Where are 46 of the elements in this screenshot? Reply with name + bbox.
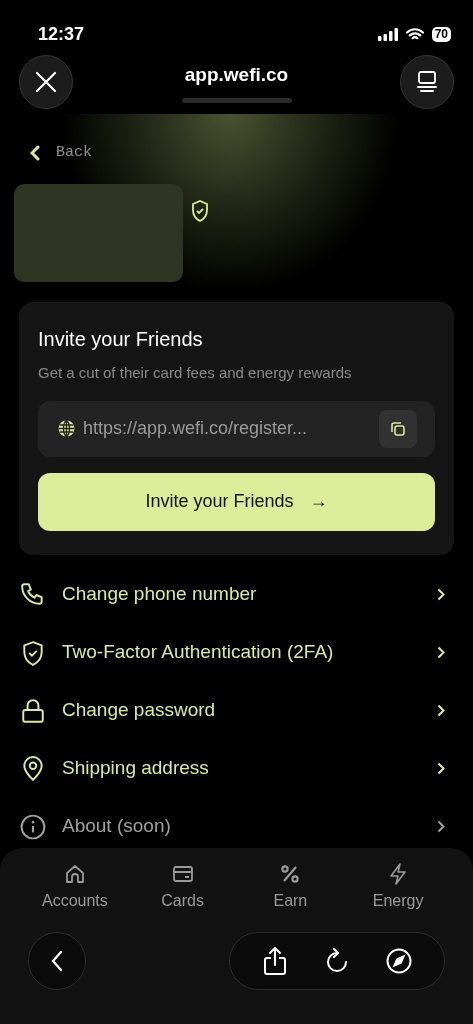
- chevron-right-icon: [437, 704, 445, 717]
- invite-button[interactable]: Invite your Friends →: [38, 472, 435, 531]
- chevron-right-icon: [437, 820, 445, 833]
- battery-level: 70: [431, 26, 451, 42]
- menu-item[interactable]: Two-Factor Authentication (2FA): [0, 630, 473, 675]
- card-icon: [171, 863, 194, 885]
- link-field[interactable]: https://app.wefi.co/register...: [38, 400, 435, 457]
- copy-button[interactable]: [379, 409, 417, 448]
- shield-check-icon: [20, 639, 46, 666]
- info-icon: [20, 813, 46, 840]
- close-icon: [35, 71, 57, 93]
- card-title: Invite your Friends: [38, 327, 204, 352]
- nav-tab[interactable]: Earn: [236, 862, 345, 914]
- menu-item[interactable]: Change password: [0, 688, 473, 733]
- home-icon: [63, 863, 86, 885]
- globe-icon: [58, 420, 75, 437]
- menu-item[interactable]: Change phone number: [0, 572, 473, 617]
- copy-icon: [391, 421, 405, 436]
- close-button[interactable]: [19, 55, 73, 109]
- phone-icon: [20, 581, 46, 608]
- link-text: https://app.wefi.co/register...: [83, 417, 309, 440]
- shield-check-icon: [191, 200, 209, 223]
- chevron-left-icon: [30, 145, 40, 162]
- tabs-button[interactable]: [400, 55, 454, 109]
- chevron-left-icon: [51, 950, 63, 972]
- tabs-icon: [417, 71, 437, 93]
- card-subtitle: Get a cut of their card fees and energy rewards: [38, 363, 353, 383]
- lock-icon: [20, 697, 46, 724]
- wifi-icon: [405, 27, 424, 41]
- page-address: app.wefi.co: [184, 63, 289, 88]
- chevron-right-icon: [437, 646, 445, 659]
- location-pin-icon: [20, 755, 46, 782]
- percent-icon: [279, 863, 302, 885]
- share-icon: [264, 947, 286, 975]
- arrow-icon: →: [309, 488, 328, 515]
- chevron-right-icon: [437, 588, 445, 601]
- back-link[interactable]: Back: [30, 142, 92, 165]
- reload-icon: [325, 948, 349, 974]
- chevron-right-icon: [437, 762, 445, 775]
- compass-icon: [386, 948, 412, 974]
- nav-tab[interactable]: Cards: [128, 862, 237, 914]
- signal-icon: [377, 27, 398, 41]
- menu-item[interactable]: Shipping address: [0, 746, 473, 791]
- nav-tab[interactable]: Energy: [344, 862, 452, 914]
- nav-tab[interactable]: Accounts: [21, 862, 129, 914]
- clock-time: 12:37: [38, 22, 85, 46]
